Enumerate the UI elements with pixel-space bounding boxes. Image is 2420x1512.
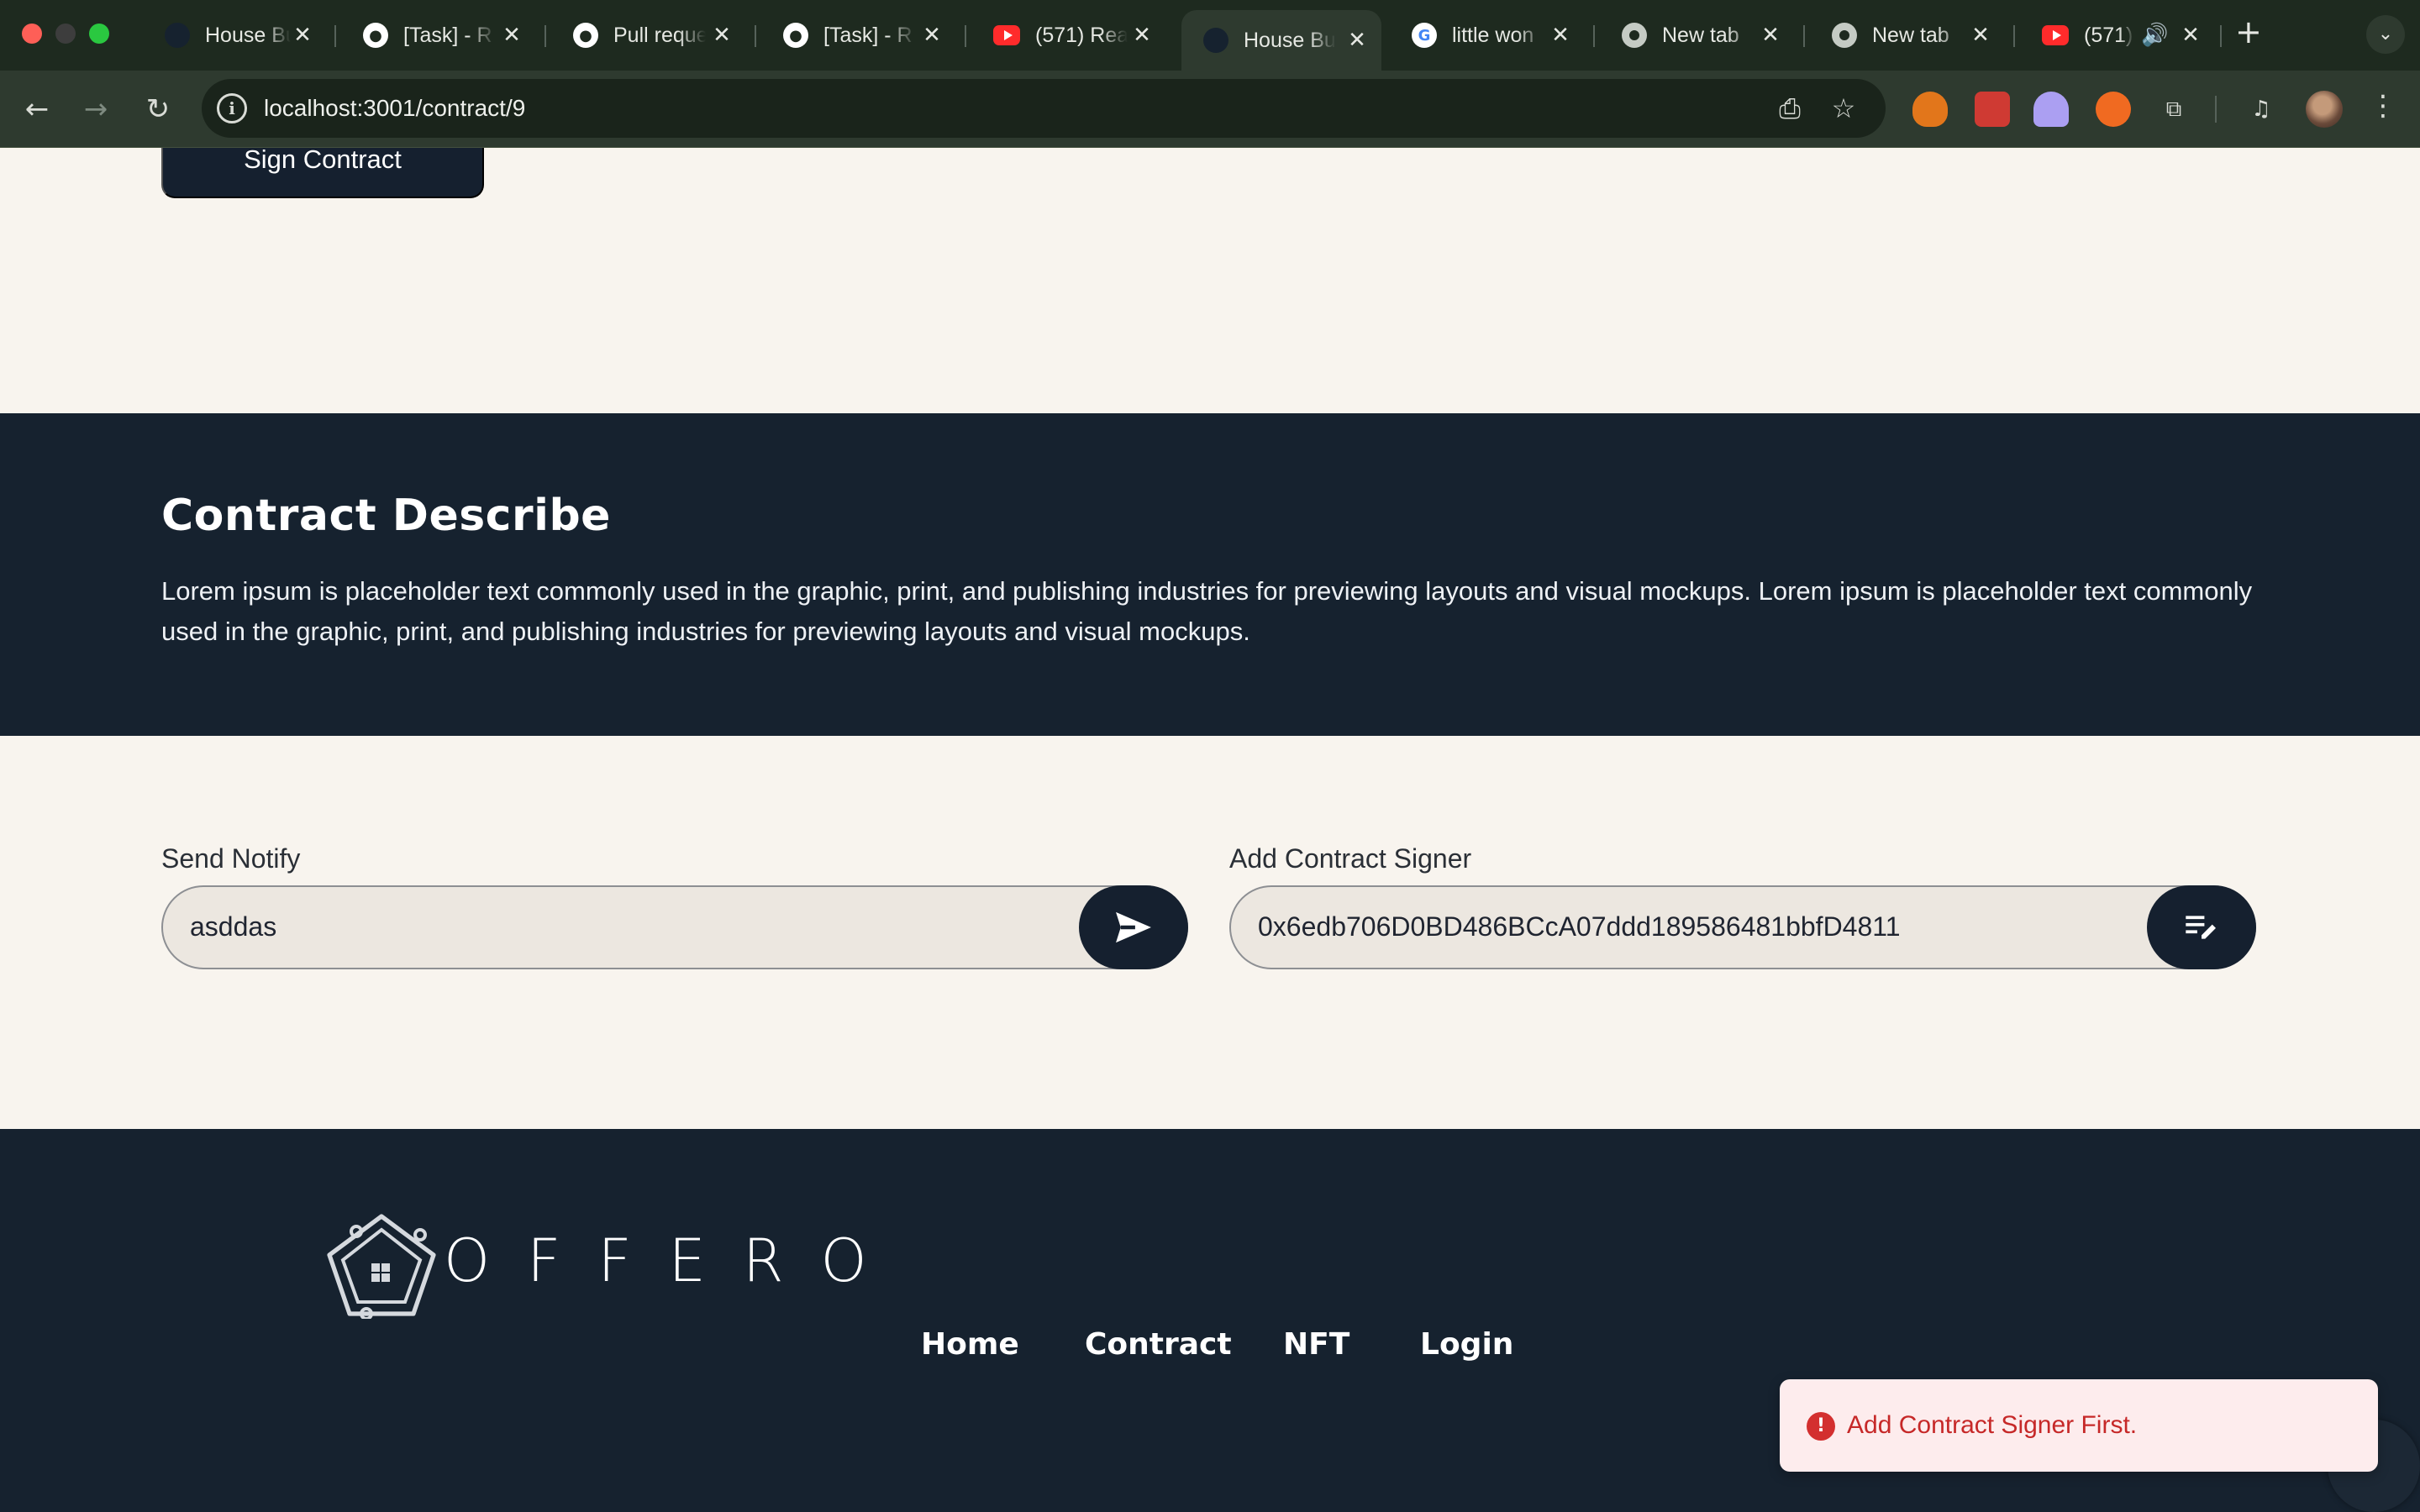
youtube-icon bbox=[993, 25, 1020, 45]
browser-tab[interactable]: (571) 🔊 ✕ bbox=[2020, 12, 2215, 59]
address-bar[interactable]: i localhost:3001/contract/9 ⎙ ☆ bbox=[202, 79, 1886, 138]
metamask-extension-icon[interactable] bbox=[1912, 92, 1948, 127]
tab-title: House Bu bbox=[1244, 28, 1336, 52]
footer-nav-login[interactable]: Login bbox=[1420, 1327, 1513, 1362]
close-tab-icon[interactable]: ✕ bbox=[1758, 23, 1783, 48]
github-icon: ● bbox=[363, 23, 388, 48]
tab-title: [Task] - R bbox=[403, 23, 492, 47]
close-tab-icon[interactable]: ✕ bbox=[1344, 28, 1370, 53]
add-signer-label: Add Contract Signer bbox=[1229, 843, 1472, 874]
signer-address-input[interactable]: 0x6edb706D0BD486BCcA07ddd189586481bbfD48… bbox=[1258, 911, 1900, 942]
error-alert-icon: ! bbox=[1807, 1412, 1835, 1441]
sign-contract-button[interactable]: Sign Contract bbox=[161, 148, 484, 198]
add-signer-button[interactable] bbox=[2147, 885, 2256, 969]
minimize-window-button[interactable] bbox=[55, 24, 76, 44]
reload-icon[interactable]: ↻ bbox=[138, 89, 178, 129]
install-app-icon[interactable]: ⎙ bbox=[1773, 92, 1807, 125]
browser-menu-icon[interactable]: ⋮ bbox=[2366, 89, 2400, 123]
edit-note-icon bbox=[2186, 916, 2216, 939]
send-notify-label: Send Notify bbox=[161, 843, 301, 874]
media-controls-icon[interactable]: ♫ bbox=[2244, 92, 2279, 127]
send-icon bbox=[1116, 911, 1151, 943]
browser-tab[interactable]: (571) Rea ✕ bbox=[971, 12, 1166, 59]
contract-description: Lorem ipsum is placeholder text commonly… bbox=[161, 576, 2253, 646]
brand-wordmark: OFFERO bbox=[444, 1226, 904, 1295]
tab-title: New tab bbox=[1872, 23, 1949, 47]
close-tab-icon[interactable]: ✕ bbox=[1129, 23, 1155, 48]
close-tab-icon[interactable]: ✕ bbox=[291, 23, 314, 48]
forward-icon[interactable]: → bbox=[76, 89, 116, 129]
chrome-icon bbox=[1832, 23, 1857, 48]
extensions-puzzle-icon[interactable]: ⧉ bbox=[2156, 92, 2191, 127]
chrome-icon bbox=[1622, 23, 1647, 48]
profile-avatar[interactable] bbox=[2306, 91, 2343, 128]
tab-title: [Task] - R bbox=[823, 23, 913, 47]
close-tab-icon[interactable]: ✕ bbox=[1968, 23, 1993, 48]
speaker-icon[interactable]: 🔊 bbox=[2141, 23, 2168, 48]
send-notify-field[interactable]: asddas bbox=[161, 885, 1188, 969]
close-tab-icon[interactable]: ✕ bbox=[2178, 23, 2203, 48]
site-info-icon[interactable]: i bbox=[217, 93, 247, 123]
browser-tab[interactable]: ● Pull reque ✕ bbox=[551, 12, 746, 59]
browser-toolbar: ← → ↻ i localhost:3001/contract/9 ⎙ ☆ ⧉ … bbox=[0, 71, 2420, 148]
send-button[interactable] bbox=[1079, 885, 1188, 969]
browser-tab[interactable]: New tab ✕ bbox=[1810, 12, 2005, 59]
url-text[interactable]: localhost:3001/contract/9 bbox=[264, 95, 525, 122]
footer-nav-nft[interactable]: NFT bbox=[1283, 1327, 1349, 1362]
bookmark-star-icon[interactable]: ☆ bbox=[1827, 92, 1860, 125]
error-toast[interactable]: ! Add Contract Signer First. bbox=[1780, 1379, 2378, 1472]
browser-tab-active[interactable]: House Bu ✕ bbox=[1181, 10, 1381, 71]
phantom-extension-icon[interactable] bbox=[2033, 92, 2069, 127]
house-favicon-icon bbox=[165, 23, 190, 48]
browser-tab[interactable]: G little won ✕ bbox=[1390, 12, 1585, 59]
section-title: Contract Describe bbox=[161, 491, 611, 541]
page-viewport: Sign Contract Contract Describe Lorem ip… bbox=[0, 148, 2420, 1512]
toast-message: Add Contract Signer First. bbox=[1847, 1411, 2138, 1439]
browser-tab[interactable]: New tab ✕ bbox=[1600, 12, 1795, 59]
github-icon: ● bbox=[573, 23, 598, 48]
new-tab-button[interactable]: + bbox=[2235, 13, 2262, 50]
youtube-icon bbox=[2042, 25, 2069, 45]
tab-title: House Bu bbox=[205, 23, 292, 47]
tab-title: (571) Rea bbox=[1035, 23, 1128, 47]
tab-title: New tab bbox=[1662, 23, 1739, 47]
back-icon[interactable]: ← bbox=[17, 89, 57, 129]
github-icon: ● bbox=[783, 23, 808, 48]
password-manager-extension-icon[interactable] bbox=[1975, 92, 2010, 127]
footer-nav-home[interactable]: Home bbox=[921, 1327, 1019, 1362]
browser-tab[interactable]: ● [Task] - R ✕ bbox=[341, 12, 536, 59]
close-tab-icon[interactable]: ✕ bbox=[709, 23, 734, 48]
tab-search-icon[interactable]: ⌄ bbox=[2366, 15, 2405, 54]
close-window-button[interactable] bbox=[22, 24, 42, 44]
browser-tab[interactable]: House Bu ✕ bbox=[143, 12, 326, 59]
tab-title: little won bbox=[1452, 23, 1534, 47]
contract-describe-section: Contract Describe Lorem ipsum is placeho… bbox=[0, 413, 2420, 736]
tab-title: Pull reque bbox=[613, 23, 706, 47]
close-tab-icon[interactable]: ✕ bbox=[919, 23, 944, 48]
swirl-extension-icon[interactable] bbox=[2096, 92, 2131, 127]
footer-nav-contract[interactable]: Contract bbox=[1085, 1327, 1232, 1362]
close-tab-icon[interactable]: ✕ bbox=[499, 23, 524, 48]
add-signer-field[interactable]: 0x6edb706D0BD486BCcA07ddd189586481bbfD48… bbox=[1229, 885, 2256, 969]
browser-tab-bar: House Bu ✕ ● [Task] - R ✕ ● Pull reque ✕… bbox=[0, 0, 2420, 71]
zoom-window-button[interactable] bbox=[89, 24, 109, 44]
browser-tab[interactable]: ● [Task] - R ✕ bbox=[761, 12, 956, 59]
house-circuit-logo-icon bbox=[327, 1214, 436, 1319]
close-tab-icon[interactable]: ✕ bbox=[1548, 23, 1573, 48]
tab-title: (571) bbox=[2084, 23, 2133, 47]
google-icon: G bbox=[1412, 23, 1437, 48]
send-notify-input[interactable]: asddas bbox=[190, 911, 276, 942]
house-favicon-icon bbox=[1203, 28, 1228, 53]
